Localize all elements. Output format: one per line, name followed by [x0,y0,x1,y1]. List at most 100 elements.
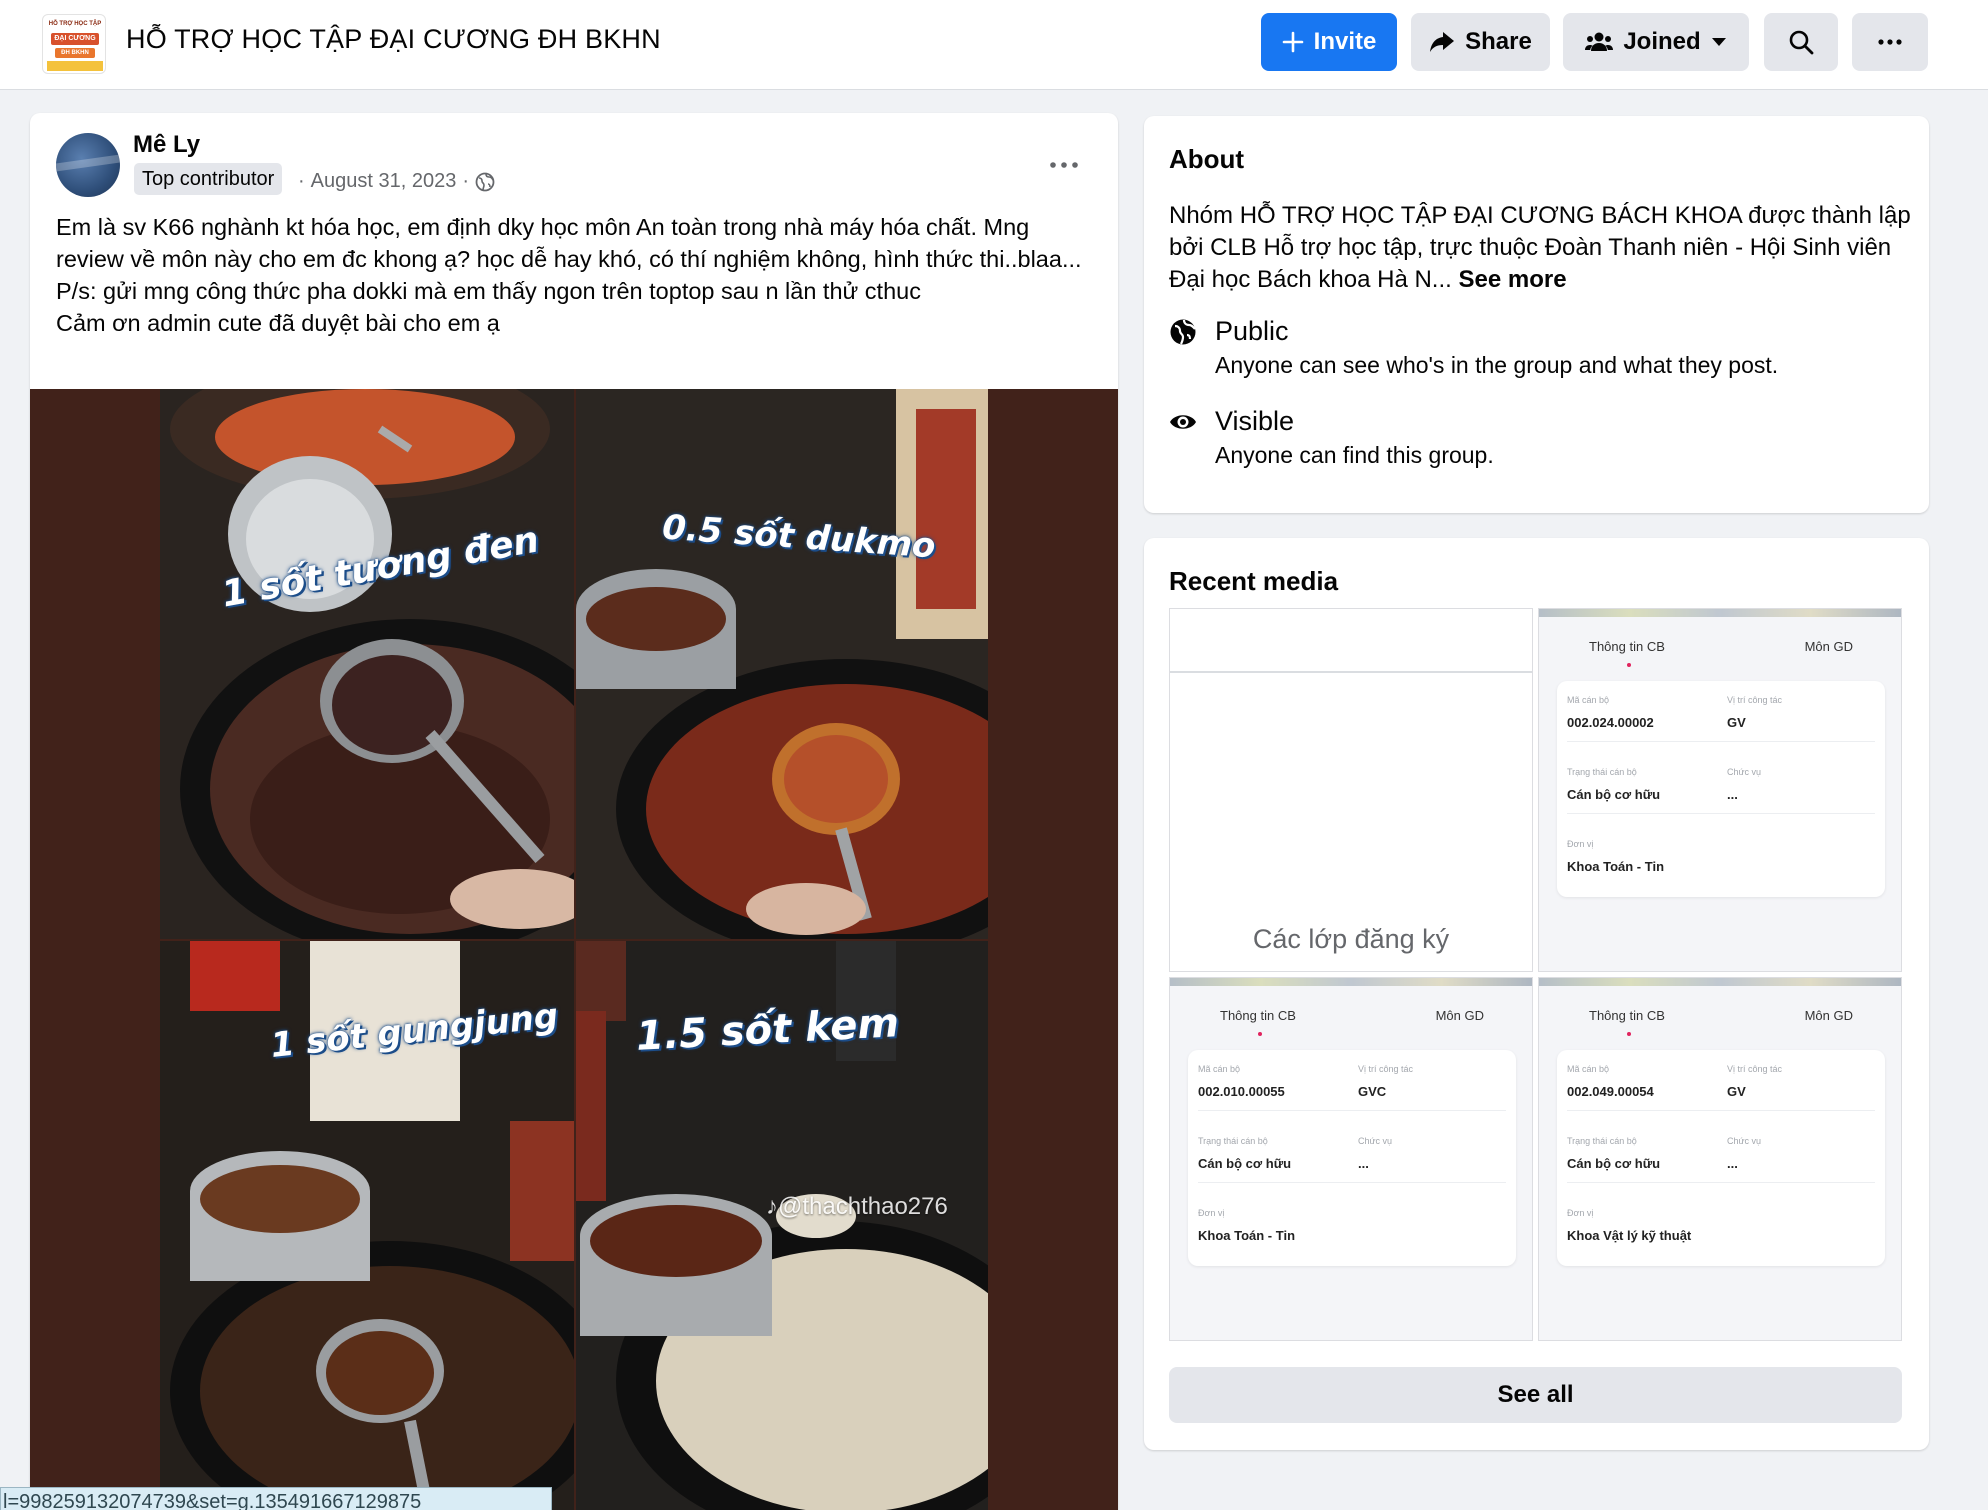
field-value: Cán bộ cơ hữu [1567,1156,1661,1171]
field-divider [1198,1182,1506,1183]
post-media[interactable]: 1 sốt tương đen 0.5 sốt dukmo 1 sốt gung… [30,389,1118,1510]
post-paragraph: P/s: gửi mng công thức pha dokki mà em t… [56,278,921,304]
joined-label: Joined [1623,28,1701,55]
see-more-link[interactable]: See more [1458,266,1566,293]
thumb-panel: Mã cán bộ 002.049.00054 Vị trí công tác … [1557,1050,1885,1266]
field-value: 002.010.00055 [1198,1084,1285,1099]
author-avatar[interactable] [56,133,120,197]
globe-icon [475,172,495,191]
field-value: Khoa Toán - Tin [1567,859,1665,874]
meta-separator: · [462,170,470,192]
share-arrow-icon [1430,32,1455,52]
field-label: Đơn vị [1567,839,1594,849]
post-card: Mê Ly Top contributor · August 31, 2023 … [30,113,1118,1510]
field-label: Trạng thái cán bộ [1198,1136,1268,1146]
more-dots-icon [1878,39,1902,45]
field-divider [1567,1182,1875,1183]
more-options-button[interactable] [1852,13,1928,71]
plus-icon [1282,31,1303,53]
post-paragraph: Cảm ơn admin cute đã duyệt bài cho em ạ [56,310,500,336]
field-value: ... [1727,787,1738,802]
thumb-tab: Môn GD [1804,639,1853,654]
sauce-photo [170,389,574,939]
field-divider [1198,1110,1506,1111]
group-logo[interactable]: HỖ TRỢ HỌC TẬP ĐẠI CƯƠNG ĐH BKHN [42,14,106,74]
logo-line-3: ĐH BKHN [55,48,95,58]
thumb-tabs: Thông tin CB Môn GD [1539,986,1901,1042]
share-button[interactable]: Share [1411,13,1550,71]
visibility-title: Visible [1215,406,1295,436]
field-value: GVC [1358,1084,1387,1099]
photo-tile[interactable]: 1.5 sốt kem ♪@thachthao276 [576,941,988,1510]
field-value: ... [1727,1156,1738,1171]
field-label: Chức vụ [1727,1136,1762,1146]
field-label: Chức vụ [1727,767,1762,777]
field-label: Chức vụ [1358,1136,1393,1146]
field-value: GV [1727,1084,1746,1099]
field-value: Khoa Vật lý kỹ thuật [1567,1228,1692,1243]
field-label: Mã cán bộ [1567,695,1610,705]
field-label: Vị trí công tác [1358,1064,1414,1074]
more-dots-icon [1050,162,1078,168]
active-tab-dot [1627,663,1631,667]
field-value: 002.024.00002 [1567,715,1654,730]
group-title[interactable]: HỖ TRỢ HỌC TẬP ĐẠI CƯƠNG ĐH BKHN [126,24,661,55]
field-value: Cán bộ cơ hữu [1567,787,1661,802]
invite-button[interactable]: Invite [1261,13,1397,71]
field-label: Trạng thái cán bộ [1567,1136,1637,1146]
share-label: Share [1465,28,1532,55]
thumb-strip [1170,978,1532,986]
field-value: 002.049.00054 [1567,1084,1654,1099]
logo-stripe [47,61,103,71]
meta-separator: · [298,170,305,192]
post-meta: · August 31, 2023 · [298,170,495,193]
media-thumbnail[interactable]: Các lớp đăng ký [1169,608,1533,972]
thumb-title: Các lớp đăng ký [1252,924,1450,954]
media-thumbnail[interactable]: Thông tin CB Môn GD Mã cán bộ 002.010.00… [1169,977,1533,1341]
thumb-strip [1539,609,1901,617]
tiktok-watermark: ♪@thachthao276 [766,1193,948,1220]
post-date[interactable]: August 31, 2023 [311,170,457,193]
active-tab-dot [1627,1032,1631,1036]
thumb-divider [1170,671,1532,673]
thumb-panel: Mã cán bộ 002.024.00002 Vị trí công tác … [1557,681,1885,897]
logo-line-2: ĐẠI CƯƠNG [51,33,99,45]
field-divider [1567,1110,1875,1111]
field-label: Vị trí công tác [1727,695,1783,705]
eye-icon [1170,415,1196,429]
thumb-tab: Môn GD [1804,1008,1853,1023]
top-contributor-badge[interactable]: Top contributor [134,163,283,195]
field-label: Đơn vị [1198,1208,1225,1218]
search-icon [1789,30,1814,55]
thumb-tab: Môn GD [1435,1008,1484,1023]
sauce-photo [576,389,988,939]
thumb-tab: Thông tin CB [1589,1008,1665,1023]
caret-down-icon [1711,38,1726,46]
author-name[interactable]: Mê Ly [133,131,200,159]
status-url-bar: l=998259132074739&set=g.135491667129875 [0,1487,552,1510]
visibility-subtitle: Anyone can find this group. [1215,442,1494,468]
photo-collage[interactable]: 1 sốt tương đen 0.5 sốt dukmo 1 sốt gung… [160,389,988,1510]
thumb-tabs: Thông tin CB Môn GD [1170,986,1532,1042]
thumb-tabs: Thông tin CB Môn GD [1539,617,1901,673]
field-value: GV [1727,715,1746,730]
field-label: Mã cán bộ [1567,1064,1610,1074]
media-thumbnail[interactable]: Thông tin CB Môn GD Mã cán bộ 002.049.00… [1538,977,1902,1341]
photo-tile[interactable]: 1 sốt gungjung [160,941,574,1510]
field-value: Cán bộ cơ hữu [1198,1156,1292,1171]
media-thumbnail[interactable]: Thông tin CB Môn GD Mã cán bộ 002.024.00… [1538,608,1902,972]
post-text: Em là sv K66 nghành kt hóa học, em định … [56,211,1096,339]
post-more-button[interactable] [1044,145,1084,185]
photo-tile[interactable]: 0.5 sốt dukmo [576,389,988,939]
photo-tile[interactable]: 1 sốt tương đen [160,389,574,939]
thumb-strip [1539,978,1901,986]
logo-line-1: HỖ TRỢ HỌC TẬP [48,21,102,27]
search-button[interactable] [1764,13,1838,71]
field-divider [1567,813,1875,814]
field-label: Trạng thái cán bộ [1567,767,1637,777]
globe-icon [1170,319,1196,345]
joined-button[interactable]: Joined [1563,13,1749,71]
field-value: ... [1358,1156,1369,1171]
see-all-button[interactable]: See all [1169,1367,1902,1423]
field-value: Khoa Toán - Tin [1198,1228,1296,1243]
